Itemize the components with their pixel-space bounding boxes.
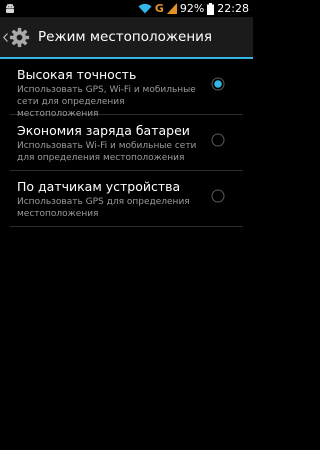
location-mode-list: Высокая точность Использовать GPS, Wi-Fi…: [0, 59, 253, 227]
up-navigation-button[interactable]: [0, 17, 30, 57]
page-title: Режим местоположения: [38, 29, 213, 45]
action-bar: Режим местоположения: [0, 17, 253, 57]
battery-icon: [207, 2, 215, 15]
divider: [10, 226, 243, 227]
settings-gear-icon: [9, 27, 30, 47]
radio-button-selected[interactable]: [211, 77, 225, 91]
option-title: Экономия заряда батареи: [17, 123, 190, 138]
option-title: Высокая точность: [17, 67, 137, 82]
status-bar: G 92% 22:28: [0, 0, 253, 17]
network-type-label: G: [154, 2, 164, 15]
option-device-only[interactable]: По датчикам устройства Использовать GPS …: [0, 171, 253, 226]
android-icon: [6, 3, 14, 13]
option-summary: Использовать Wi-Fi и мобильные сети для …: [17, 141, 197, 163]
chevron-left-icon: [3, 32, 8, 42]
option-summary: Использовать GPS для определения местопо…: [17, 197, 190, 219]
battery-percent: 92%: [179, 2, 205, 15]
option-title: По датчикам устройства: [17, 179, 181, 194]
signal-icon: [166, 3, 177, 14]
radio-button[interactable]: [211, 133, 225, 147]
status-icons: G 92% 22:28: [138, 0, 249, 17]
wifi-icon: [138, 3, 152, 14]
radio-button[interactable]: [211, 189, 225, 203]
clock: 22:28: [217, 2, 249, 15]
option-battery-saving[interactable]: Экономия заряда батареи Использовать Wi-…: [0, 115, 253, 170]
option-high-accuracy[interactable]: Высокая точность Использовать GPS, Wi-Fi…: [0, 59, 253, 119]
